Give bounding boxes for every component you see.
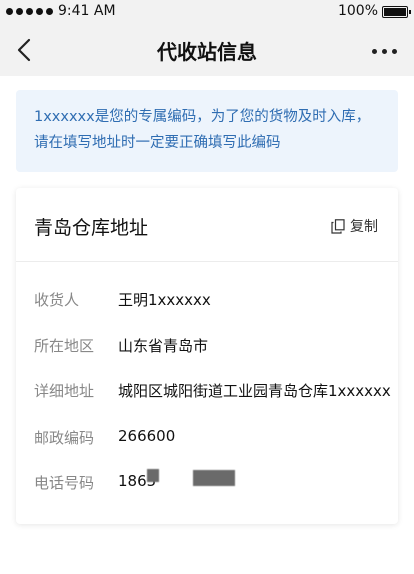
row-value: 山东省青岛市 bbox=[118, 337, 209, 355]
row-label: 邮政编码 bbox=[34, 429, 95, 447]
status-bar: 9:41 AM 100% bbox=[0, 0, 414, 24]
card-title: 青岛仓库地址 bbox=[34, 217, 149, 239]
page-title: 代收站信息 bbox=[157, 40, 257, 64]
row-value: 城阳区城阳街道工业园青岛仓库1xxxxxx bbox=[118, 382, 391, 400]
more-button[interactable] bbox=[370, 38, 400, 62]
warehouse-address-card: 青岛仓库地址 复制 收货人 王明1xxxxxx 所在地区 山东省青岛市 详细地址… bbox=[16, 188, 398, 524]
row-label: 电话号码 bbox=[34, 474, 95, 492]
navigation-bar: 代收站信息 bbox=[0, 24, 414, 76]
signal-dots-icon bbox=[6, 8, 53, 15]
copy-label: 复制 bbox=[350, 219, 378, 235]
copy-button[interactable]: 复制 bbox=[331, 216, 378, 236]
status-time: 9:41 AM bbox=[58, 3, 116, 19]
row-phone: 电话号码 1865 bbox=[34, 469, 294, 496]
row-label: 所在地区 bbox=[34, 337, 95, 355]
battery-percentage: 100% bbox=[337, 3, 378, 19]
row-value: 266600 bbox=[118, 427, 176, 445]
card-header: 青岛仓库地址 复制 bbox=[16, 188, 398, 262]
notice-line-1: 1xxxxxx是您的专属编码，为了您的货物及时入库， bbox=[34, 109, 371, 125]
row-label: 收货人 bbox=[34, 291, 80, 309]
code-notice: 1xxxxxx是您的专属编码，为了您的货物及时入库， 请在填写地址时一定要正确填… bbox=[16, 90, 398, 172]
row-label: 详细地址 bbox=[34, 382, 95, 400]
copy-icon bbox=[331, 218, 345, 234]
phone-mask bbox=[193, 470, 235, 486]
row-value: 王明1xxxxxx bbox=[118, 291, 211, 309]
battery-icon bbox=[382, 6, 411, 18]
phone-mask bbox=[147, 469, 159, 482]
notice-line-2: 请在填写地址时一定要正确填写此编码 bbox=[34, 135, 281, 151]
